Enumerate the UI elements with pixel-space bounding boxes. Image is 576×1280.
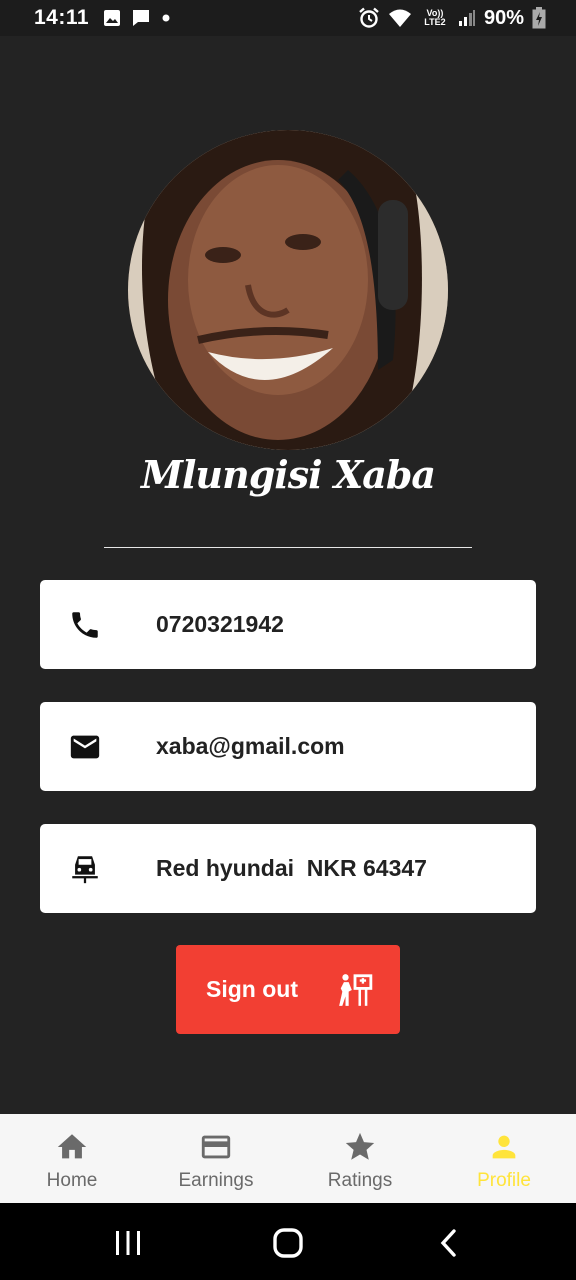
exit-icon	[339, 974, 373, 1006]
network-type: Vo)) LTE2	[424, 8, 446, 27]
star-icon	[345, 1132, 375, 1160]
user-name: Mlungisi Xaba	[140, 452, 436, 497]
nav-ratings[interactable]: Ratings	[288, 1114, 432, 1203]
notification-icons	[103, 8, 171, 28]
car-icon	[72, 856, 98, 884]
email-address: xaba@gmail.com	[156, 733, 345, 759]
vehicle-info: Red hyundai NKR 64347	[156, 855, 427, 881]
status-right: Vo)) LTE2 90%	[358, 7, 546, 30]
message-icon	[133, 10, 150, 26]
profile-avatar	[128, 130, 448, 450]
nav-earnings[interactable]: Earnings	[144, 1114, 288, 1203]
card-icon	[201, 1135, 231, 1159]
bottom-navigation: Home Earnings Ratings Profile	[0, 1114, 576, 1203]
nav-profile[interactable]: Profile	[432, 1114, 576, 1203]
battery-percentage: 90%	[483, 6, 524, 29]
sign-out-label: Sign out	[206, 976, 298, 1002]
nav-profile-label: Profile	[477, 1170, 531, 1191]
recent-apps-icon[interactable]	[110, 1225, 146, 1261]
nav-ratings-label: Ratings	[327, 1170, 393, 1191]
nav-home-label: Home	[46, 1170, 98, 1191]
status-bar: 14:11 Vo)) LTE2 90%	[0, 0, 576, 36]
mail-icon	[70, 735, 100, 759]
phone-icon	[72, 612, 98, 638]
home-icon	[57, 1134, 87, 1159]
back-icon[interactable]	[432, 1225, 468, 1261]
home-button-icon[interactable]	[270, 1225, 306, 1261]
dot-icon	[162, 14, 170, 22]
alarm-icon	[359, 7, 379, 28]
system-navigation-bar	[0, 1203, 576, 1280]
phone-number: 0720321942	[156, 611, 284, 637]
nav-home[interactable]: Home	[0, 1114, 144, 1203]
avatar-portrait	[128, 130, 448, 450]
status-time: 14:11	[34, 6, 90, 29]
battery-icon	[532, 7, 546, 29]
signal-icon	[458, 10, 475, 26]
sign-out-button[interactable]: Sign out	[176, 945, 400, 1034]
wifi-icon	[388, 9, 411, 27]
phone-card[interactable]: 0720321942	[40, 580, 536, 669]
vehicle-card[interactable]: Red hyundai NKR 64347	[40, 824, 536, 913]
email-card[interactable]: xaba@gmail.com	[40, 702, 536, 791]
person-icon	[492, 1135, 516, 1159]
divider	[104, 547, 472, 548]
gallery-icon	[104, 10, 121, 26]
nav-earnings-label: Earnings	[178, 1170, 254, 1191]
